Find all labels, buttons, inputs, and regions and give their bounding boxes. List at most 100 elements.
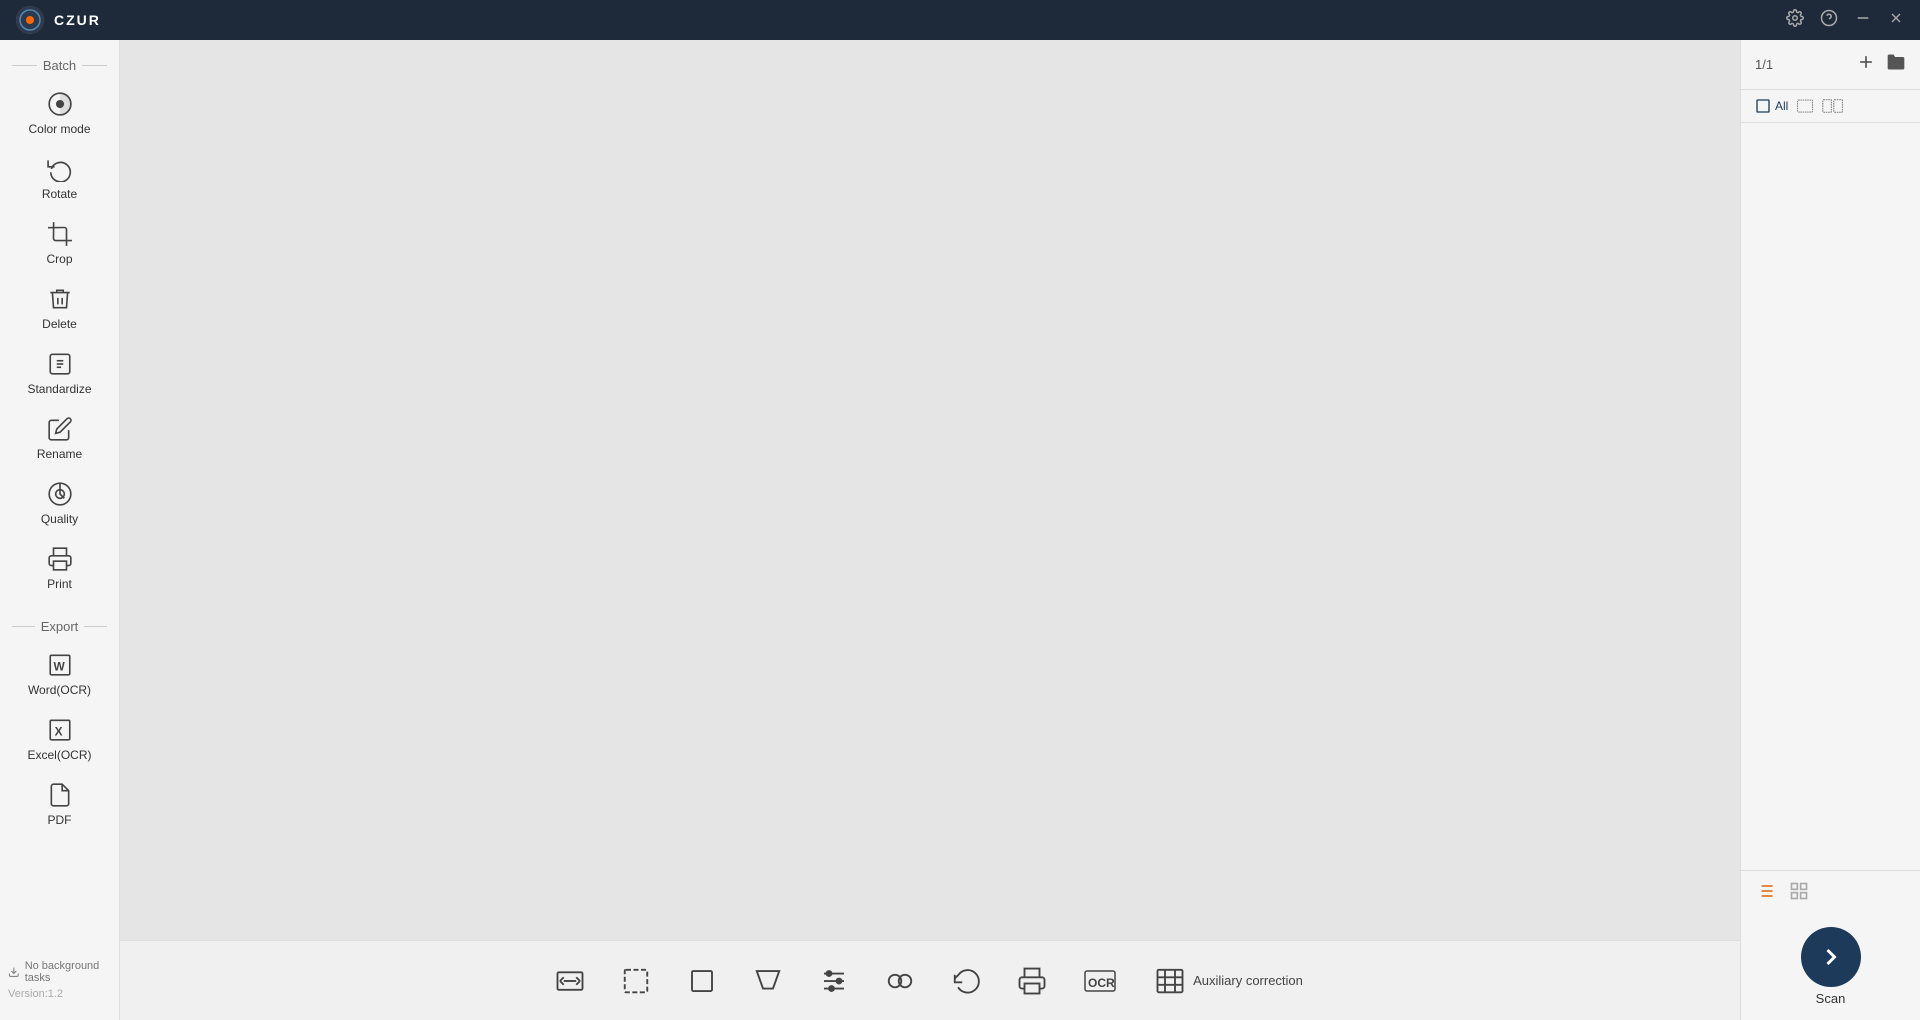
sidebar-item-label-excel-ocr: Excel(OCR) [27, 748, 91, 762]
minimize-icon[interactable] [1854, 9, 1872, 32]
view-filter-all-button[interactable]: All [1755, 98, 1788, 114]
selection-icon [621, 966, 651, 996]
settings-icon[interactable] [1786, 9, 1804, 32]
view-all-label: All [1775, 99, 1788, 113]
batch-section-label: Batch [0, 50, 119, 81]
crop-tool-button[interactable] [679, 960, 725, 1002]
no-background-tasks-text: No background tasks [25, 960, 111, 984]
batch-label: Batch [43, 58, 76, 73]
scan-button[interactable] [1801, 927, 1861, 987]
background-tasks-status: No background tasks [8, 960, 111, 984]
app-logo [16, 6, 44, 34]
view-all-icon [1755, 98, 1771, 114]
view-dual-icon [1822, 98, 1844, 114]
sidebar-item-pdf[interactable]: PDF [0, 772, 119, 837]
export-label: Export [41, 619, 79, 634]
scan-container: Scan [1741, 917, 1920, 1020]
scan-label: Scan [1816, 991, 1846, 1006]
fit-width-icon [555, 966, 585, 996]
sidebar-item-rename[interactable]: Rename [0, 406, 119, 471]
combine-button[interactable] [877, 960, 923, 1002]
perspective-button[interactable] [745, 960, 791, 1002]
sidebar-item-label-quality: Quality [41, 512, 78, 526]
rotate-icon [47, 156, 73, 182]
print-icon [47, 546, 73, 572]
app-title: CZUR [54, 12, 101, 28]
main-canvas [120, 40, 1740, 940]
folder-icon[interactable] [1886, 52, 1906, 77]
excel-ocr-icon: X [47, 717, 73, 743]
sidebar-item-excel-ocr[interactable]: X Excel(OCR) [0, 707, 119, 772]
main-layout: Batch Color mode Rotate [0, 40, 1920, 1020]
sidebar-item-standardize[interactable]: Standardize [0, 341, 119, 406]
content-area: OCR Auxiliary correction [120, 40, 1740, 1020]
sidebar-item-label-rotate: Rotate [42, 187, 77, 201]
selection-button[interactable] [613, 960, 659, 1002]
right-panel-footer [1741, 870, 1920, 917]
sidebar-item-quality[interactable]: Quality [0, 471, 119, 536]
print-tool-icon [1017, 966, 1047, 996]
adjust-icon [819, 966, 849, 996]
combine-icon [885, 966, 915, 996]
list-view-button[interactable] [1755, 881, 1775, 907]
view-filter: All [1741, 90, 1920, 123]
thumbnail-area [1741, 123, 1920, 870]
sidebar-item-label-color-mode: Color mode [28, 122, 90, 136]
crop-icon [47, 221, 73, 247]
auxiliary-correction-button[interactable]: Auxiliary correction [1145, 960, 1313, 1002]
sidebar-item-label-print: Print [47, 577, 72, 591]
sidebar-item-print[interactable]: Print [0, 536, 119, 601]
bottom-toolbar: OCR Auxiliary correction [120, 940, 1740, 1020]
delete-icon [47, 286, 73, 312]
grid-view-button[interactable] [1789, 881, 1809, 907]
sidebar-item-label-standardize: Standardize [27, 382, 91, 396]
auxiliary-correction-icon [1155, 966, 1185, 996]
download-icon [8, 965, 20, 979]
adjust-button[interactable] [811, 960, 857, 1002]
sidebar-item-label-crop: Crop [46, 252, 72, 266]
export-line-right [84, 626, 107, 627]
right-panel: 1/1 All [1740, 40, 1920, 1020]
view-single-icon [1796, 98, 1814, 114]
export-line-left [12, 626, 35, 627]
sidebar-item-color-mode[interactable]: Color mode [0, 81, 119, 146]
undo-icon [951, 966, 981, 996]
add-page-icon[interactable] [1856, 52, 1876, 77]
sidebar-item-label-word-ocr: Word(OCR) [28, 683, 91, 697]
perspective-icon [753, 966, 783, 996]
crop-tool-icon [687, 966, 717, 996]
sidebar-item-delete[interactable]: Delete [0, 276, 119, 341]
auxiliary-correction-label: Auxiliary correction [1193, 973, 1303, 988]
sidebar-item-label-pdf: PDF [48, 813, 72, 827]
color-mode-icon [47, 91, 73, 117]
ocr-button[interactable]: OCR [1075, 960, 1125, 1002]
svg-text:OCR: OCR [1088, 976, 1115, 990]
sidebar-item-label-rename: Rename [37, 447, 82, 461]
ocr-icon: OCR [1083, 966, 1117, 996]
svg-text:W: W [53, 659, 65, 673]
help-icon[interactable] [1820, 9, 1838, 32]
close-icon[interactable] [1888, 10, 1904, 31]
fit-width-button[interactable] [547, 960, 593, 1002]
right-panel-header-icons [1856, 52, 1906, 77]
sidebar-item-label-delete: Delete [42, 317, 77, 331]
print-tool-button[interactable] [1009, 960, 1055, 1002]
titlebar-left: CZUR [16, 6, 101, 34]
quality-icon [47, 481, 73, 507]
titlebar-controls [1786, 9, 1904, 32]
batch-line-left [12, 65, 37, 66]
sidebar-item-word-ocr[interactable]: W Word(OCR) [0, 642, 119, 707]
standardize-icon [47, 351, 73, 377]
view-filter-dual-button[interactable] [1822, 98, 1844, 114]
sidebar-item-rotate[interactable]: Rotate [0, 146, 119, 211]
page-counter: 1/1 [1755, 57, 1773, 72]
sidebar: Batch Color mode Rotate [0, 40, 120, 1020]
sidebar-item-crop[interactable]: Crop [0, 211, 119, 276]
undo-button[interactable] [943, 960, 989, 1002]
export-section-label: Export [0, 611, 119, 642]
batch-line-right [82, 65, 107, 66]
version-text: Version:1.2 [8, 988, 111, 1000]
right-panel-header: 1/1 [1741, 40, 1920, 90]
view-filter-single-button[interactable] [1796, 98, 1814, 114]
rename-icon [47, 416, 73, 442]
